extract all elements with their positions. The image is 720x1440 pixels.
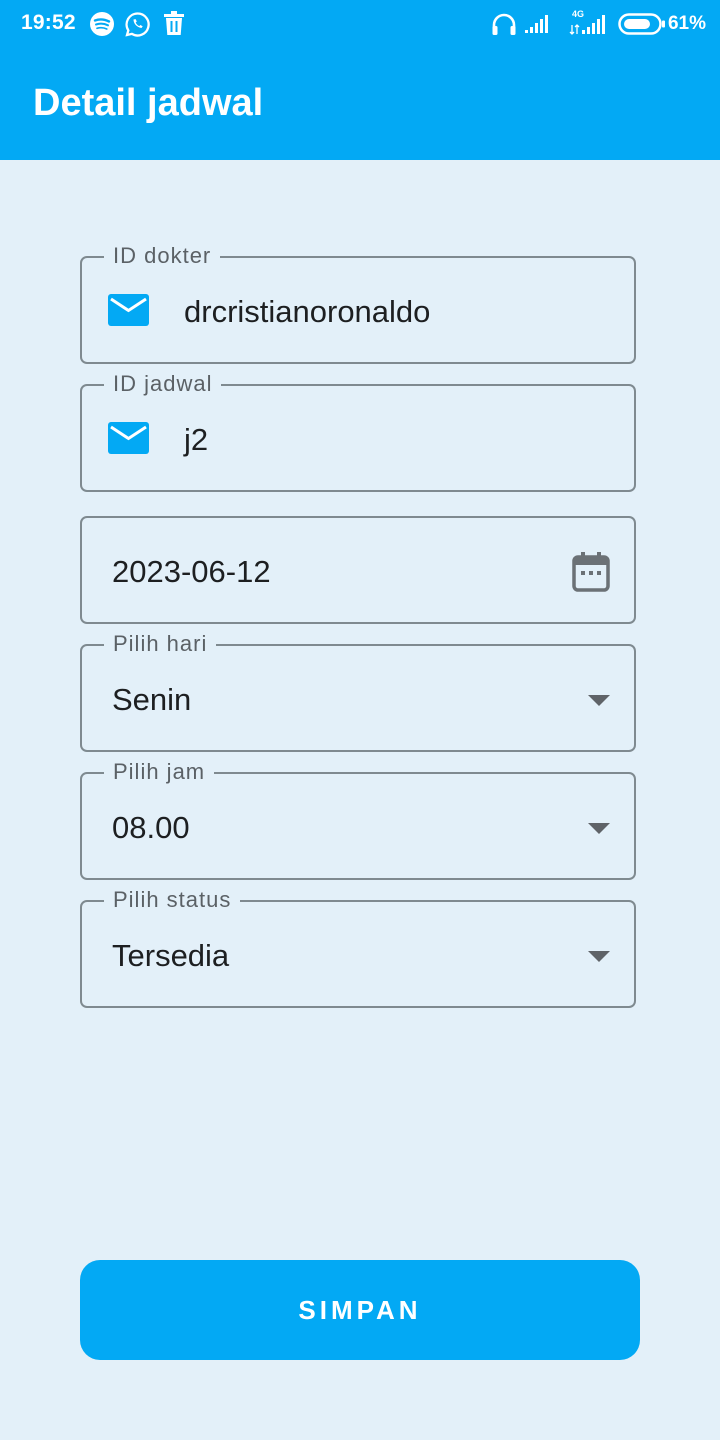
date-value: 2023-06-12 — [112, 554, 271, 589]
day-select-label: Pilih hari — [104, 630, 217, 658]
email-icon — [108, 422, 149, 459]
schedule-id-label: ID jadwal — [104, 370, 222, 398]
spotify-icon — [89, 11, 115, 42]
dropdown-arrow-icon[interactable] — [588, 822, 610, 840]
signal-icon — [525, 14, 553, 39]
day-select[interactable]: Pilih hari Senin — [80, 630, 636, 752]
doctor-id-label: ID dokter — [104, 242, 221, 270]
status-select-label: Pilih status — [104, 886, 241, 914]
page-title: Detail jadwal — [33, 82, 264, 124]
date-field[interactable]: 2023-06-12 — [80, 516, 636, 624]
battery-percent: 61% — [667, 13, 706, 34]
doctor-id-field[interactable]: ID dokter drcristianoronaldo — [80, 242, 636, 364]
status-time: 19:52 — [21, 11, 76, 34]
doctor-id-value: drcristianoronaldo — [184, 294, 431, 329]
schedule-id-field[interactable]: ID jadwal j2 — [80, 370, 636, 492]
dropdown-arrow-icon[interactable] — [588, 950, 610, 968]
hour-select-label: Pilih jam — [104, 758, 215, 786]
dropdown-arrow-icon[interactable] — [588, 694, 610, 712]
battery-icon — [618, 13, 666, 40]
calendar-icon[interactable] — [572, 552, 610, 597]
trash-icon — [163, 11, 185, 41]
app-bar: 19:52 4G 61% Detail jadwal — [0, 0, 720, 160]
headphones-icon — [491, 12, 517, 41]
status-select[interactable]: Pilih status Tersedia — [80, 886, 636, 1008]
save-button[interactable]: SIMPAN — [80, 1260, 640, 1360]
email-icon — [108, 294, 149, 331]
status-bar: 19:52 4G 61% — [0, 0, 720, 50]
day-select-value: Senin — [112, 682, 192, 717]
hour-select[interactable]: Pilih jam 08.00 — [80, 758, 636, 880]
whatsapp-icon — [124, 11, 151, 43]
schedule-id-value: j2 — [184, 422, 209, 457]
status-select-value: Tersedia — [112, 938, 230, 973]
hour-select-value: 08.00 — [112, 810, 190, 845]
